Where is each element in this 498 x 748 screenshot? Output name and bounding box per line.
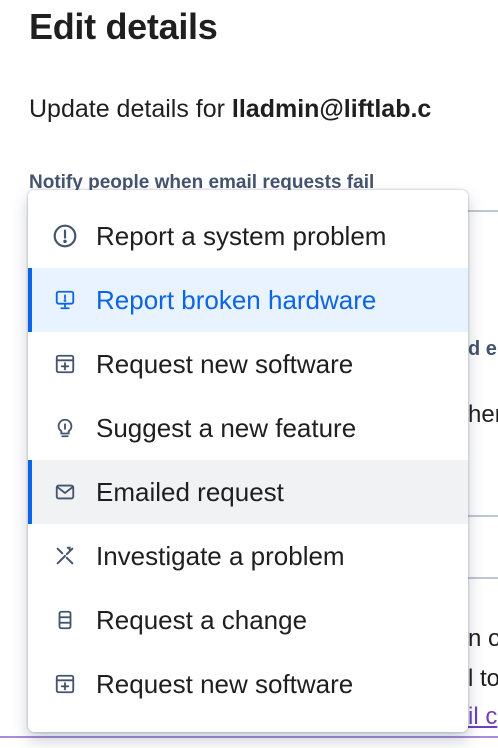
menu-item-emailed-request[interactable]: Emailed request xyxy=(28,460,468,524)
subtitle: Update details for lladmin@liftlab.c xyxy=(29,95,431,124)
menu-item-suggest-new-feature[interactable]: Suggest a new feature xyxy=(28,396,468,460)
background-link-fragment[interactable]: il c xyxy=(468,703,497,731)
background-text-fragment: l to xyxy=(468,665,498,692)
menu-item-label: Suggest a new feature xyxy=(96,412,357,443)
menu-item-report-broken-hardware[interactable]: Report broken hardware xyxy=(28,268,468,332)
background-text-fragment: hen xyxy=(468,401,498,428)
menu-item-label: Emailed request xyxy=(96,476,284,507)
selected-indicator xyxy=(28,268,32,332)
server-icon xyxy=(52,607,78,633)
exclamation-circle-icon xyxy=(52,223,78,249)
menu-item-label: Request new software xyxy=(96,348,354,379)
menu-item-label: Request new software xyxy=(96,668,354,699)
subtitle-email: lladmin@liftlab.c xyxy=(231,95,432,123)
menu-item-label: Report a system problem xyxy=(96,220,387,251)
subtitle-prefix: Update details for xyxy=(29,95,232,123)
window-plus-icon xyxy=(52,671,78,697)
menu-item-request-change[interactable]: Request a change xyxy=(28,588,468,652)
background-text-fragment: d e xyxy=(468,338,497,360)
menu-item-label: Investigate a problem xyxy=(96,540,345,571)
tools-icon xyxy=(52,543,78,569)
menu-item-investigate-problem[interactable]: Investigate a problem xyxy=(28,524,468,588)
hover-indicator xyxy=(28,460,32,524)
request-type-dropdown-menu: Report a system problem Report broken ha… xyxy=(28,190,468,732)
monitor-icon xyxy=(52,287,78,313)
envelope-icon xyxy=(52,479,78,505)
menu-item-label: Request a change xyxy=(96,604,308,635)
menu-item-request-new-software[interactable]: Request new software xyxy=(28,332,468,396)
menu-item-report-system-problem[interactable]: Report a system problem xyxy=(28,204,468,268)
lightbulb-icon xyxy=(52,415,78,441)
window-plus-icon xyxy=(52,351,78,377)
edit-details-page: Edit details Update details for lladmin@… xyxy=(0,0,498,748)
menu-item-request-new-software-2[interactable]: Request new software xyxy=(28,652,468,716)
background-text-fragment: n o xyxy=(468,625,498,652)
page-title: Edit details xyxy=(29,6,218,47)
menu-item-label: Report broken hardware xyxy=(96,284,377,315)
background-link-underline xyxy=(0,736,498,738)
